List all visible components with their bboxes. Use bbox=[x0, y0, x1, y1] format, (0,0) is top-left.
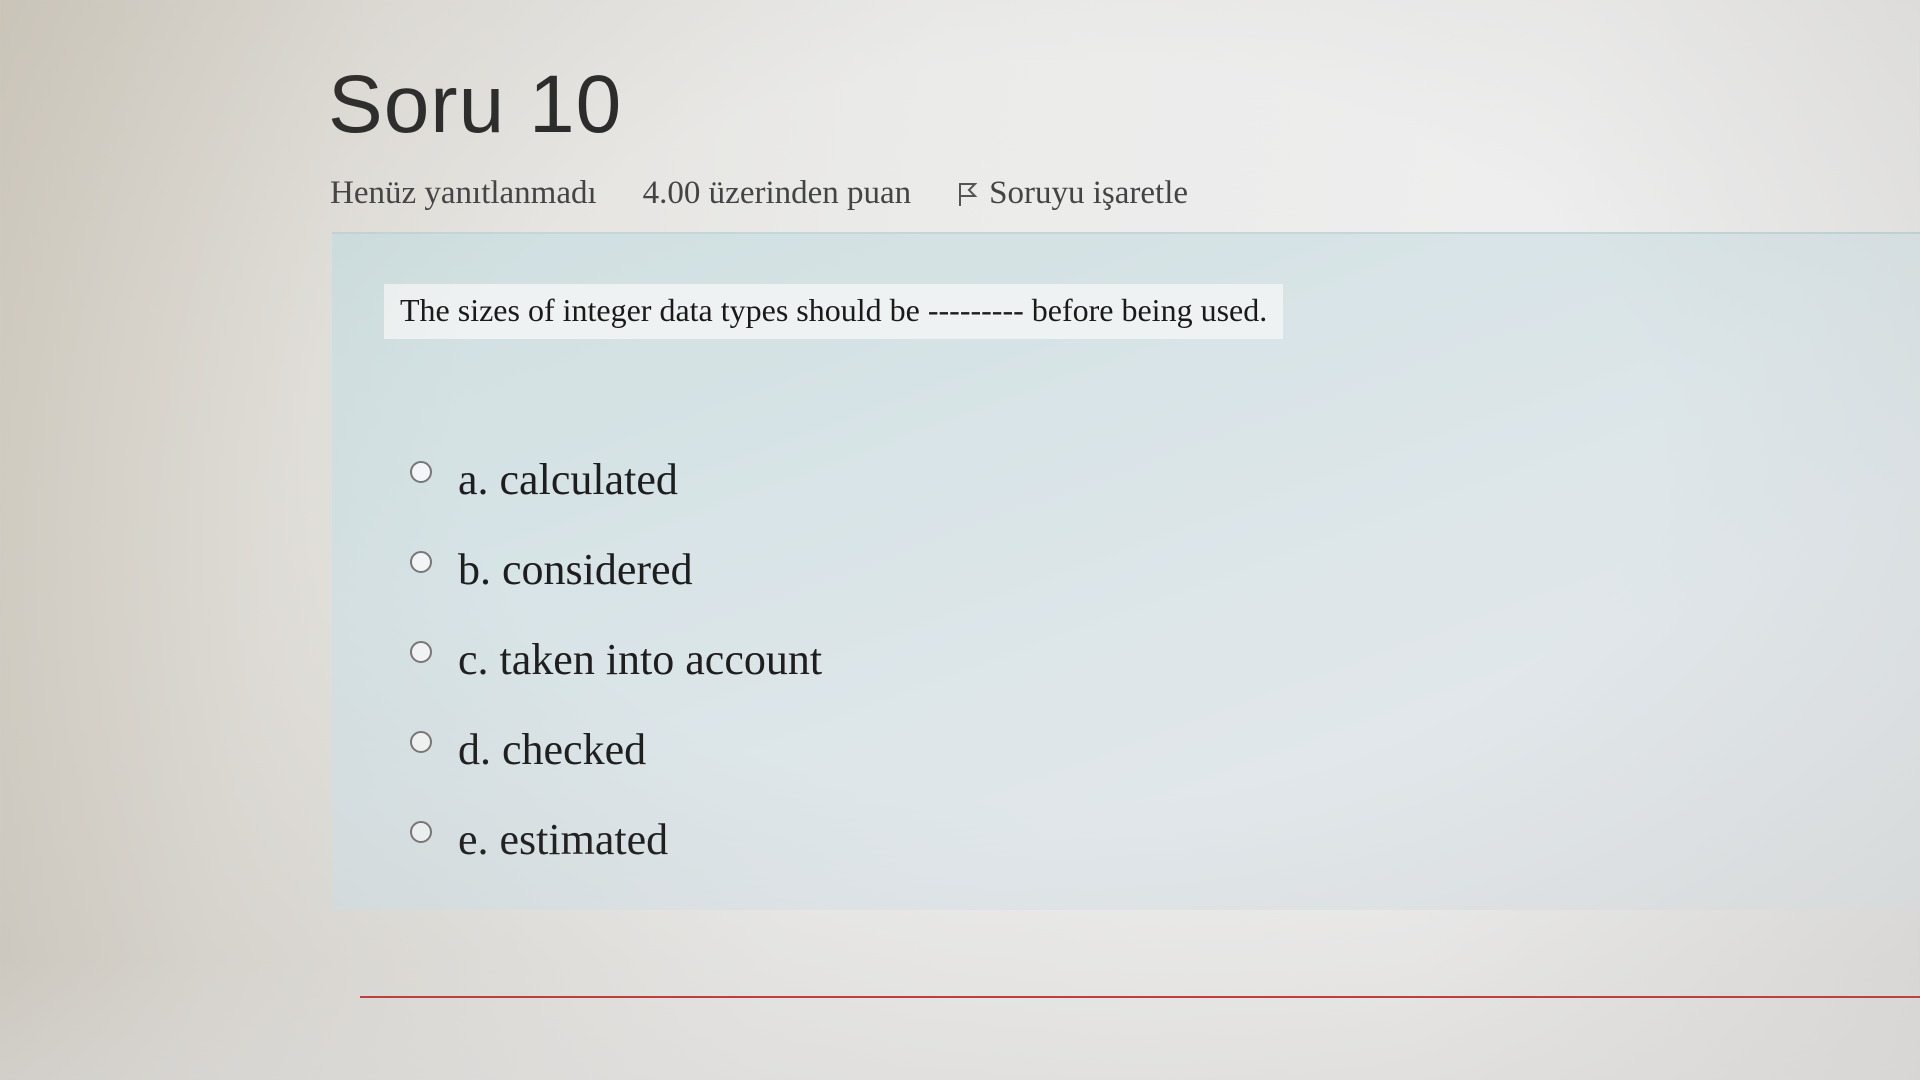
answer-option-c[interactable]: c. taken into account bbox=[410, 614, 822, 704]
flag-icon bbox=[957, 179, 979, 206]
question-status: Henüz yanıtlanmadı bbox=[330, 175, 597, 211]
question-title: Soru 10 bbox=[328, 59, 623, 150]
answer-option-b[interactable]: b. considered bbox=[410, 524, 822, 614]
answer-option-d[interactable]: d. checked bbox=[410, 704, 822, 794]
radio-icon[interactable] bbox=[410, 551, 432, 573]
page-background-bottom bbox=[0, 960, 1920, 1080]
answer-label: b. considered bbox=[458, 544, 693, 594]
answer-option-e[interactable]: e. estimated bbox=[410, 794, 822, 884]
question-points: 4.00 üzerinden puan bbox=[642, 175, 912, 211]
answer-option-a[interactable]: a. calculated bbox=[410, 434, 822, 524]
flag-question-label: Soruyu işaretle bbox=[989, 175, 1189, 211]
answer-label: a. calculated bbox=[458, 454, 678, 504]
section-divider bbox=[360, 996, 1920, 998]
answer-options: a. calculated b. considered c. taken int… bbox=[410, 434, 822, 884]
question-content-box: The sizes of integer data types should b… bbox=[332, 232, 1920, 910]
radio-icon[interactable] bbox=[410, 821, 432, 843]
radio-icon[interactable] bbox=[410, 731, 432, 753]
radio-icon[interactable] bbox=[410, 641, 432, 663]
answer-label: e. estimated bbox=[458, 814, 669, 864]
question-text: The sizes of integer data types should b… bbox=[384, 284, 1284, 339]
answer-label: c. taken into account bbox=[458, 634, 823, 684]
answer-label: d. checked bbox=[458, 724, 647, 774]
radio-icon[interactable] bbox=[410, 461, 432, 483]
question-info: Henüz yanıtlanmadı 4.00 üzerinden puan S… bbox=[330, 175, 1188, 212]
flag-question-link[interactable]: Soruyu işaretle bbox=[957, 175, 1188, 212]
